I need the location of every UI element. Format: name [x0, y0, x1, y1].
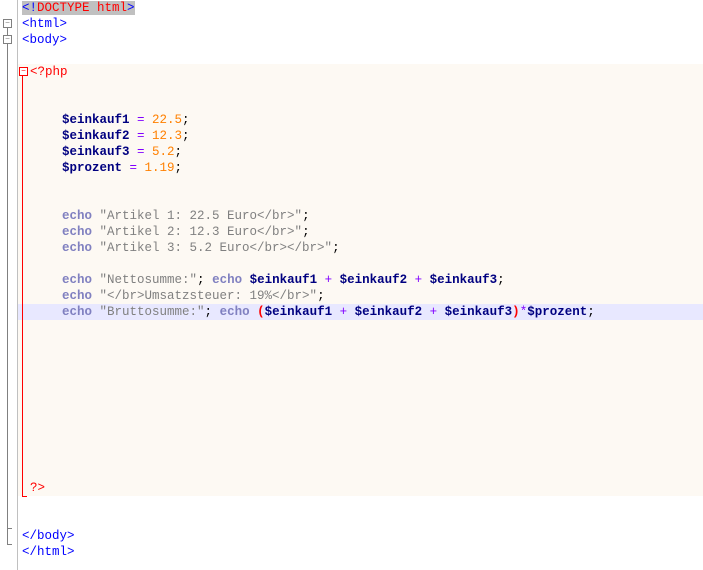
code-line: $einkauf3 = 5.2; [18, 144, 703, 160]
code-line: echo "Nettosumme:"; echo $einkauf1 + $ei… [18, 272, 703, 288]
code-line [18, 400, 703, 416]
code-line: </body> [18, 528, 703, 544]
code-line [18, 96, 703, 112]
code-line [18, 464, 703, 480]
code-line: echo "Artikel 1: 22.5 Euro</br>"; [18, 208, 703, 224]
code-line [18, 80, 703, 96]
code-line: echo "Artikel 2: 12.3 Euro</br>"; [18, 224, 703, 240]
code-line: $einkauf2 = 12.3; [18, 128, 703, 144]
fold-toggle-html[interactable]: − [3, 19, 12, 28]
code-line [18, 192, 703, 208]
code-line [18, 352, 703, 368]
code-line: echo "Artikel 3: 5.2 Euro</br></br>"; [18, 240, 703, 256]
code-line: </html> [18, 544, 703, 560]
code-line [18, 336, 703, 352]
fold-toggle-body[interactable]: − [3, 35, 12, 44]
code-line [18, 320, 703, 336]
code-line: <html> [18, 16, 703, 32]
fold-gutter: − − [0, 0, 18, 570]
code-line [18, 176, 703, 192]
code-line [18, 496, 703, 512]
code-line-current: echo "Bruttosumme:"; echo ($einkauf1 + $… [18, 304, 703, 320]
code-line: ?> [18, 480, 703, 496]
code-editor[interactable]: − − − <!DOCTYPE html> <html> <body> <?ph… [0, 0, 703, 570]
code-line: $prozent = 1.19; [18, 160, 703, 176]
fold-toggle-php[interactable]: − [19, 67, 28, 76]
code-line [18, 512, 703, 528]
code-line [18, 416, 703, 432]
code-line [18, 432, 703, 448]
code-line [18, 384, 703, 400]
code-area[interactable]: − <!DOCTYPE html> <html> <body> <?php $e… [18, 0, 703, 570]
code-line [18, 368, 703, 384]
code-line: <!DOCTYPE html> [18, 0, 703, 16]
code-line [18, 256, 703, 272]
code-line: <?php [18, 64, 703, 80]
code-line [18, 448, 703, 464]
code-line: <body> [18, 32, 703, 48]
code-line [18, 48, 703, 64]
code-line: $einkauf1 = 22.5; [18, 112, 703, 128]
code-line: echo "</br>Umsatzsteuer: 19%</br>"; [18, 288, 703, 304]
